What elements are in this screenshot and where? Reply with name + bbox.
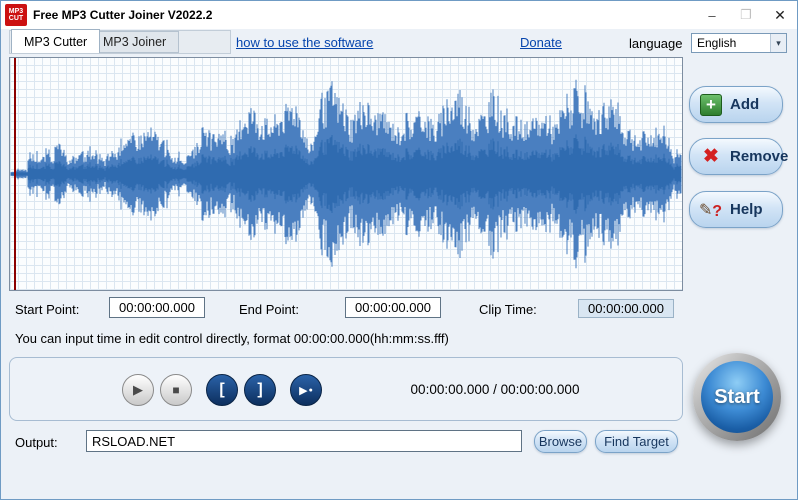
start-button-core: Start [701, 361, 773, 433]
find-target-button[interactable]: Find Target [595, 430, 678, 453]
remove-x-icon: ✖ [700, 146, 722, 168]
minimize-icon: – [708, 8, 715, 23]
maximize-icon: ❐ [740, 7, 752, 23]
remove-button[interactable]: ✖ Remove [689, 138, 783, 175]
add-button-label: Add [730, 96, 759, 113]
close-bracket-icon: ] [257, 381, 262, 399]
tab-row: MP3 Cutter MP3 Joiner how to use the sof… [1, 29, 797, 55]
player-time-display: 00:00:00.000 / 00:00:00.000 [370, 358, 620, 420]
end-point-input[interactable] [345, 297, 441, 318]
app-icon-text-top: MP3 [9, 8, 23, 15]
window-controls: – ❐ ✕ [695, 1, 797, 29]
playhead-marker[interactable] [14, 58, 16, 290]
clip-time-label: Clip Time: [479, 302, 537, 317]
pencil-icon: ✎ [699, 200, 712, 220]
play-button[interactable]: ▶ [122, 374, 154, 406]
help-button[interactable]: ✎ ? Help [689, 191, 783, 228]
find-target-button-label: Find Target [604, 434, 669, 449]
waveform-graphic [10, 58, 682, 290]
maximize-button[interactable]: ❐ [729, 1, 763, 29]
stop-button[interactable]: ■ [160, 374, 192, 406]
add-file-icon: + [700, 94, 722, 116]
player-panel: ▶ ■ [ ] ▶ ● 00:00:00.000 / 00:00:00.000 [9, 357, 683, 421]
time-format-hint: You can input time in edit control direc… [15, 331, 449, 346]
clip-time-value: 00:00:00.000 [578, 299, 674, 318]
add-button[interactable]: + Add [689, 86, 783, 123]
tab-mp3-cutter-label: MP3 Cutter [24, 35, 87, 49]
title-bar: MP3 CUT Free MP3 Cutter Joiner V2022.2 –… [1, 1, 797, 29]
output-label: Output: [15, 435, 58, 450]
waveform-panel[interactable] [9, 57, 683, 291]
language-label: language [629, 36, 683, 51]
start-button-label: Start [714, 386, 760, 409]
play-icon: ▶ [133, 382, 143, 398]
set-start-button[interactable]: [ [206, 374, 238, 406]
close-icon: ✕ [774, 7, 786, 24]
play-selection-icon: ▶ [299, 384, 307, 397]
output-path-input[interactable] [86, 430, 522, 452]
stop-icon: ■ [172, 383, 179, 397]
start-point-label: Start Point: [15, 302, 79, 317]
close-button[interactable]: ✕ [763, 1, 797, 29]
browse-button[interactable]: Browse [534, 430, 587, 453]
question-mark-icon: ? [712, 203, 722, 221]
set-end-button[interactable]: ] [244, 374, 276, 406]
how-to-use-link[interactable]: how to use the software [236, 35, 373, 50]
remove-button-label: Remove [730, 148, 788, 165]
language-selected-value: English [692, 36, 770, 50]
start-point-input[interactable] [109, 297, 205, 318]
help-button-label: Help [730, 201, 763, 218]
browse-button-label: Browse [539, 434, 582, 449]
tab-mp3-joiner[interactable]: MP3 Joiner [90, 31, 179, 53]
app-icon-text-bottom: CUT [9, 15, 23, 22]
window-title: Free MP3 Cutter Joiner V2022.2 [33, 8, 212, 22]
play-selection-button[interactable]: ▶ ● [290, 374, 322, 406]
help-icon: ✎ ? [700, 199, 722, 221]
app-icon: MP3 CUT [5, 4, 27, 26]
play-selection-marker-icon: ● [309, 387, 313, 394]
end-point-label: End Point: [239, 302, 299, 317]
chevron-down-icon: ▾ [770, 34, 786, 52]
donate-link[interactable]: Donate [520, 35, 562, 50]
minimize-button[interactable]: – [695, 1, 729, 29]
start-button[interactable]: Start [693, 353, 781, 441]
open-bracket-icon: [ [219, 381, 224, 399]
language-dropdown[interactable]: English ▾ [691, 33, 787, 53]
tab-mp3-cutter[interactable]: MP3 Cutter [11, 29, 100, 53]
tab-mp3-joiner-label: MP3 Joiner [103, 35, 166, 49]
